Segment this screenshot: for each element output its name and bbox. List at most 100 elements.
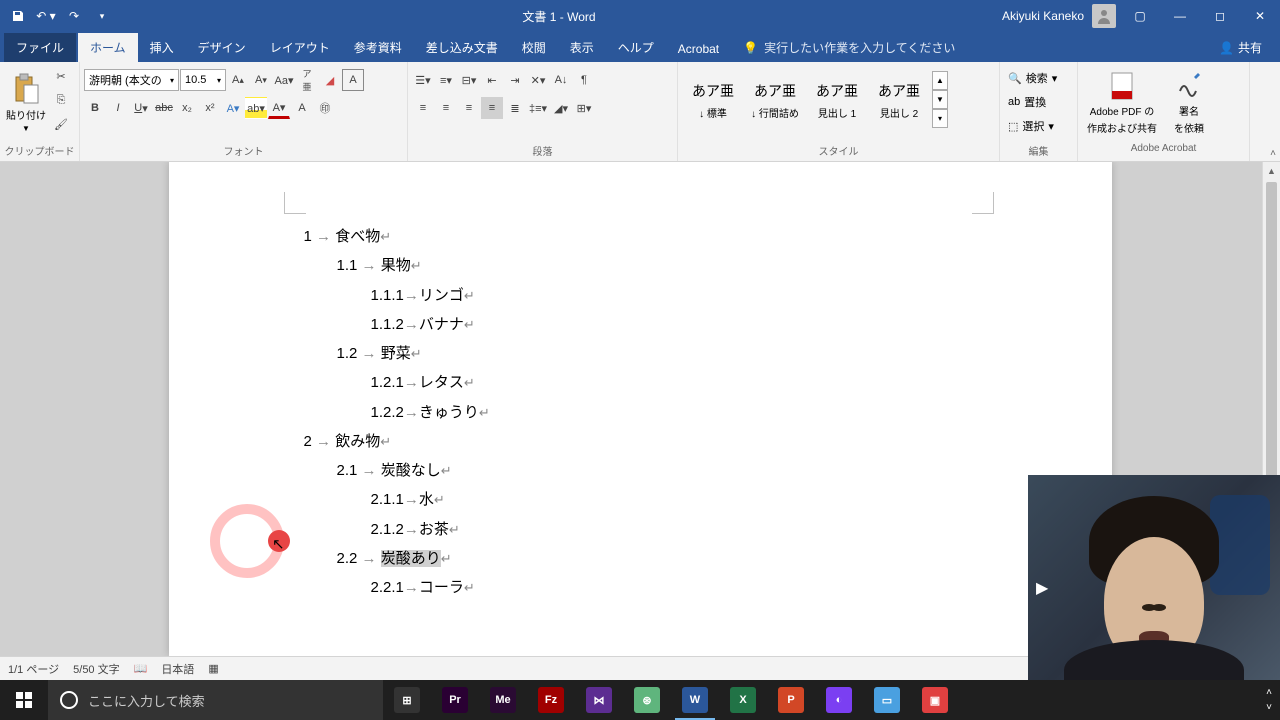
maximize-icon[interactable]: ◻ <box>1200 0 1240 32</box>
scroll-up-icon[interactable]: ▲ <box>1263 162 1280 180</box>
list-item[interactable]: 1.2.1→レタス↵ <box>289 368 992 397</box>
text-effects-icon[interactable]: A▾ <box>222 97 244 119</box>
highlight-icon[interactable]: ab▾ <box>245 97 267 119</box>
find-button[interactable]: 🔍検索 ▾ <box>1004 67 1061 89</box>
taskbar-search[interactable]: ここに入力して検索 <box>48 680 383 720</box>
share-button[interactable]: 👤 共有 <box>1205 33 1276 62</box>
list-item[interactable]: 2.1.1→水↵ <box>289 485 992 514</box>
user-area[interactable]: Akiyuki Kaneko <box>998 4 1120 28</box>
taskbar-app-filezilla[interactable]: Fz <box>527 680 575 720</box>
character-shading-icon[interactable]: A <box>291 97 313 119</box>
superscript-icon[interactable]: x² <box>199 97 221 119</box>
system-tray[interactable]: ˄˅ <box>1258 687 1280 713</box>
underline-icon[interactable]: U▾ <box>130 97 152 119</box>
styles-more-icon[interactable]: ▾ <box>932 109 948 128</box>
tab-references[interactable]: 参考資料 <box>342 33 414 62</box>
font-size-combo[interactable]: 10.5▾ <box>180 69 226 91</box>
strikethrough-icon[interactable]: abc <box>153 97 175 119</box>
paste-button[interactable]: 貼り付け ▼ <box>4 65 48 141</box>
subscript-icon[interactable]: x₂ <box>176 97 198 119</box>
decrease-indent-icon[interactable]: ⇤ <box>481 69 503 91</box>
increase-indent-icon[interactable]: ⇥ <box>504 69 526 91</box>
tab-acrobat[interactable]: Acrobat <box>666 36 731 62</box>
grow-font-icon[interactable]: A▴ <box>227 69 249 91</box>
borders-icon[interactable]: ⊞▾ <box>573 97 595 119</box>
list-item[interactable]: 1.2 → 野菜↵ <box>289 339 992 368</box>
list-item[interactable]: 1 → 食べ物↵ <box>289 222 992 251</box>
redo-icon[interactable]: ↷ <box>62 4 86 28</box>
save-icon[interactable] <box>6 4 30 28</box>
font-name-combo[interactable]: 游明朝 (本文の▾ <box>84 69 179 91</box>
ribbon-display-icon[interactable]: ▢ <box>1120 0 1160 32</box>
line-spacing-icon[interactable]: ‡≡▾ <box>527 97 549 119</box>
align-right-icon[interactable]: ≡ <box>458 97 480 119</box>
language-indicator[interactable]: 日本語 <box>161 661 194 677</box>
styles-scroll-down-icon[interactable]: ▼ <box>932 90 948 109</box>
list-item[interactable]: 2.2.1→コーラ↵ <box>289 573 992 602</box>
list-item[interactable]: 1.2.2→きゅうり↵ <box>289 398 992 427</box>
list-item[interactable]: 1.1.1→リンゴ↵ <box>289 281 992 310</box>
show-marks-icon[interactable]: ¶ <box>573 69 595 91</box>
create-pdf-button[interactable]: Adobe PDF の 作成および共有 <box>1082 65 1162 141</box>
list-item[interactable]: 2.1 → 炭酸なし↵ <box>289 456 992 485</box>
start-button[interactable] <box>0 680 48 720</box>
taskbar-app-task-view[interactable]: ⊞ <box>383 680 431 720</box>
styles-gallery[interactable]: あア亜↓ 標準あア亜↓ 行間詰めあア亜見出し 1あア亜見出し 2 <box>682 71 930 129</box>
tab-home[interactable]: ホーム <box>78 33 138 62</box>
numbering-icon[interactable]: ≡▾ <box>435 69 457 91</box>
tab-file[interactable]: ファイル <box>4 33 76 62</box>
style-item[interactable]: あア亜↓ 行間詰め <box>744 71 806 129</box>
spellcheck-icon[interactable]: 📖 <box>134 662 148 675</box>
character-border-icon[interactable]: ㊞ <box>314 97 336 119</box>
list-item[interactable]: 1.1.2→バナナ↵ <box>289 310 992 339</box>
justify-icon[interactable]: ≡ <box>481 97 503 119</box>
taskbar-app-atom[interactable]: ⊛ <box>623 680 671 720</box>
styles-scroll-up-icon[interactable]: ▲ <box>932 71 948 90</box>
tab-help[interactable]: ヘルプ <box>606 33 666 62</box>
align-left-icon[interactable]: ≡ <box>412 97 434 119</box>
scrollbar-thumb[interactable] <box>1266 182 1277 482</box>
phonetic-guide-icon[interactable]: ア亜 <box>296 69 318 91</box>
tab-design[interactable]: デザイン <box>186 33 258 62</box>
tab-mailings[interactable]: 差し込み文書 <box>414 33 510 62</box>
font-color-icon[interactable]: A▾ <box>268 97 290 119</box>
macro-icon[interactable]: ▦ <box>208 662 218 675</box>
bold-icon[interactable]: B <box>84 97 106 119</box>
style-item[interactable]: あア亜見出し 1 <box>806 71 868 129</box>
cut-icon[interactable]: ✂ <box>50 65 72 87</box>
list-item[interactable]: 2.2 → 炭酸あり↵ <box>289 544 992 573</box>
align-center-icon[interactable]: ≡ <box>435 97 457 119</box>
sort-icon[interactable]: A↓ <box>550 69 572 91</box>
taskbar-app-app-purple[interactable]: ◐ <box>815 680 863 720</box>
undo-icon[interactable]: ↶ ▾ <box>34 4 58 28</box>
qat-customize-icon[interactable]: ▾ <box>90 4 114 28</box>
tab-layout[interactable]: レイアウト <box>258 33 342 62</box>
taskbar-app-excel[interactable]: X <box>719 680 767 720</box>
shrink-font-icon[interactable]: A▾ <box>250 69 272 91</box>
copy-icon[interactable]: ⎘ <box>50 89 72 111</box>
select-button[interactable]: ⬚選択 ▾ <box>1004 115 1058 137</box>
taskbar-app-word[interactable]: W <box>671 680 719 720</box>
list-item[interactable]: 2.1.2→お茶↵ <box>289 515 992 544</box>
bullets-icon[interactable]: ☰▾ <box>412 69 434 91</box>
tab-insert[interactable]: 挿入 <box>138 33 186 62</box>
list-item[interactable]: 2 → 飲み物↵ <box>289 427 992 456</box>
change-case-icon[interactable]: Aa▾ <box>273 69 295 91</box>
asian-layout-icon[interactable]: ✕▾ <box>527 69 549 91</box>
page-indicator[interactable]: 1/1 ページ <box>8 661 59 677</box>
list-item[interactable]: 1.1 → 果物↵ <box>289 251 992 280</box>
taskbar-app-premiere[interactable]: Pr <box>431 680 479 720</box>
collapse-ribbon-icon[interactable]: ˄ <box>1270 148 1276 159</box>
minimize-icon[interactable]: — <box>1160 0 1200 32</box>
taskbar-app-visual-studio[interactable]: ⋈ <box>575 680 623 720</box>
style-item[interactable]: あア亜↓ 標準 <box>682 71 744 129</box>
tab-view[interactable]: 表示 <box>558 33 606 62</box>
tell-me-search[interactable]: 💡 実行したい作業を入力してください <box>731 33 967 62</box>
taskbar-app-camtasia[interactable]: ▣ <box>911 680 959 720</box>
format-painter-icon[interactable]: 🖌 <box>50 113 72 135</box>
taskbar-app-powerpoint[interactable]: P <box>767 680 815 720</box>
distributed-icon[interactable]: ≣ <box>504 97 526 119</box>
multilevel-list-icon[interactable]: ⊟▾ <box>458 69 480 91</box>
enclose-characters-icon[interactable]: A <box>342 69 364 91</box>
replace-button[interactable]: ab置換 <box>1004 91 1050 113</box>
